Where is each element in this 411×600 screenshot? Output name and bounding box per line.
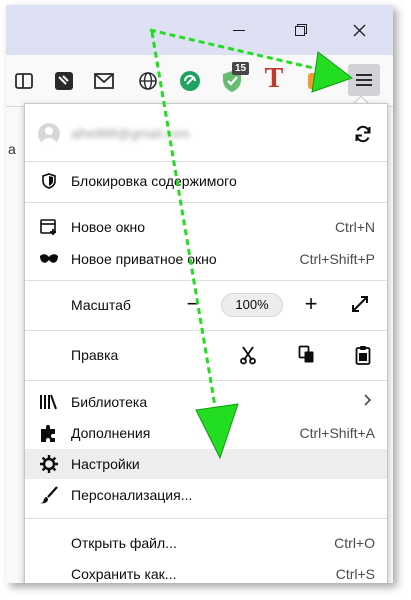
minimize-button[interactable]: [216, 5, 262, 55]
sync-button[interactable]: [351, 122, 375, 146]
menu-item-label: Библиотека: [71, 394, 148, 410]
zoom-out-button[interactable]: −: [181, 291, 205, 319]
menu-item-customize[interactable]: Персонализация...: [25, 480, 387, 510]
t-letter-icon[interactable]: T: [260, 63, 288, 94]
account-row[interactable]: alhe888@gmail.com: [25, 114, 387, 154]
title-bar: [6, 5, 393, 55]
menu-item-settings[interactable]: Настройки: [25, 449, 387, 479]
toolbar: 15 T: [6, 55, 393, 107]
menu-item-new-window[interactable]: Новое окно Ctrl+N: [25, 212, 387, 242]
menu-hamburger-button[interactable]: [348, 64, 380, 96]
close-button[interactable]: [336, 5, 382, 55]
orange-extension-icon[interactable]: [302, 67, 330, 95]
extension-badge: 15: [232, 62, 250, 75]
close-icon: [353, 24, 365, 36]
clipboard-icon: [355, 346, 371, 365]
mail-icon[interactable]: [90, 67, 118, 95]
menu-item-label: Настройки: [71, 456, 140, 472]
screenshot-icon[interactable]: [50, 67, 78, 95]
menu-item-save-page[interactable]: Сохранить как... Ctrl+S: [25, 559, 387, 583]
account-email: alhe888@gmail.com: [71, 126, 190, 141]
menu-separator: [25, 202, 387, 203]
menu-item-label: Открыть файл...: [71, 535, 177, 551]
puzzle-piece-icon: [39, 423, 59, 443]
shield-icon: [39, 171, 59, 191]
restore-button[interactable]: [278, 5, 324, 55]
menu-item-addons[interactable]: Дополнения Ctrl+Shift+A: [25, 418, 387, 448]
menu-item-label: Новое приватное окно: [71, 251, 217, 267]
menu-separator: [25, 280, 387, 281]
zoom-control-row: Масштаб − 100% +: [25, 290, 387, 320]
menu-item-label: Дополнения: [71, 425, 151, 441]
menu-separator: [25, 330, 387, 331]
browser-window: 15 T a alhe888@gmail.com Блокировка соде…: [6, 5, 393, 583]
menu-item-library[interactable]: Библиотека: [25, 387, 387, 417]
menu-item-content-blocking[interactable]: Блокировка содержимого: [25, 166, 387, 196]
restore-icon: [295, 24, 307, 36]
paintbrush-icon: [39, 485, 59, 505]
menu-item-label: Блокировка содержимого: [71, 173, 237, 189]
gear-icon: [39, 454, 59, 474]
menu-item-open-file[interactable]: Открыть файл... Ctrl+O: [25, 528, 387, 558]
menu-item-label: Персонализация...: [71, 487, 193, 503]
menu-item-shortcut: Ctrl+Shift+P: [299, 251, 375, 267]
menu-item-shortcut: Ctrl+O: [334, 535, 375, 551]
vpn-globe-icon[interactable]: [134, 67, 162, 95]
menu-separator: [25, 161, 387, 162]
avatar: [38, 123, 60, 145]
copy-icon: [298, 345, 314, 363]
private-mask-icon: [39, 249, 59, 269]
background-page-text: a: [8, 141, 16, 157]
menu-separator: [25, 518, 387, 519]
menu-item-new-private-window[interactable]: Новое приватное окно Ctrl+Shift+P: [25, 244, 387, 274]
minimize-icon: [233, 29, 245, 31]
reader-view-icon[interactable]: [10, 67, 38, 95]
menu-item-shortcut: Ctrl+S: [335, 566, 375, 582]
edit-label: Правка: [71, 347, 119, 363]
hamburger-icon: [356, 74, 372, 86]
menu-item-shortcut: Ctrl+Shift+A: [299, 425, 375, 441]
scissors-icon: [240, 346, 256, 365]
library-icon: [39, 392, 59, 412]
app-menu-panel: alhe888@gmail.com Блокировка содержимого…: [24, 103, 388, 583]
menu-item-label: Сохранить как...: [71, 566, 177, 582]
menu-item-shortcut: Ctrl+N: [334, 219, 375, 235]
edit-control-row: Правка: [25, 340, 387, 370]
green-extension-icon[interactable]: [176, 67, 204, 95]
new-window-icon: [39, 217, 59, 237]
menu-item-label: Новое окно: [71, 219, 146, 235]
zoom-reset-button[interactable]: 100%: [221, 293, 283, 317]
copy-button[interactable]: [295, 343, 319, 367]
fullscreen-button[interactable]: [350, 294, 372, 316]
cut-button[interactable]: [236, 343, 260, 367]
sync-icon: [355, 125, 371, 143]
zoom-label: Масштаб: [71, 297, 131, 313]
chevron-right-icon: [363, 392, 373, 411]
paste-button[interactable]: [351, 343, 375, 367]
zoom-in-button[interactable]: +: [299, 291, 323, 319]
menu-separator: [25, 380, 387, 381]
fullscreen-arrows-icon: [352, 296, 368, 312]
